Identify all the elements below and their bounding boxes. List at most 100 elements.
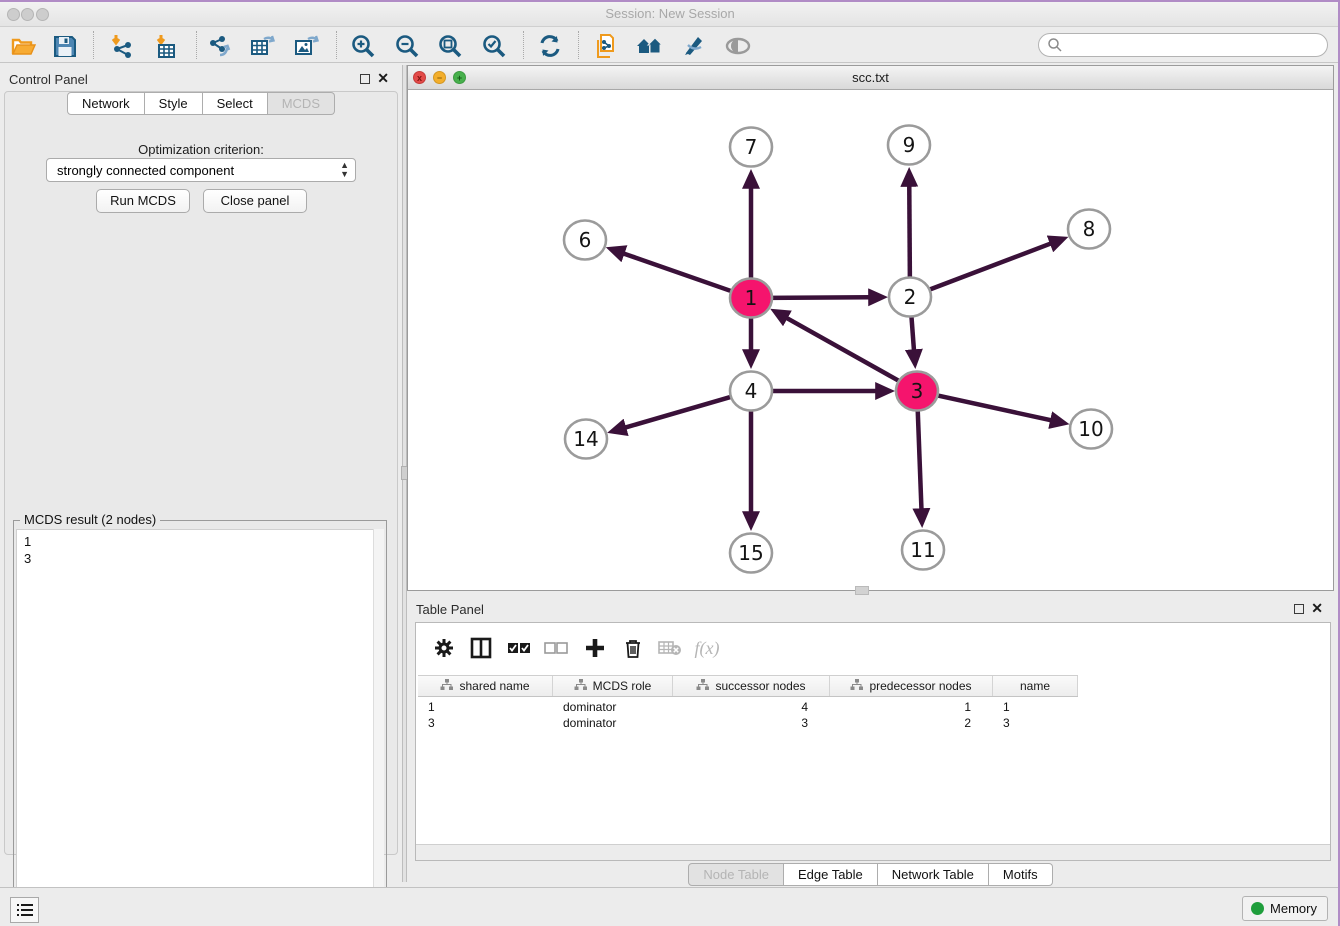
paint-icon[interactable]	[679, 32, 707, 60]
table-tab-motifs[interactable]: Motifs	[989, 863, 1053, 886]
graph-node-6[interactable]: 6	[564, 221, 606, 260]
edge-2-8[interactable]	[927, 243, 1052, 290]
table-header-row: shared nameMCDS rolesuccessor nodesprede…	[418, 675, 1078, 697]
select-all-icon[interactable]	[506, 635, 532, 661]
import-table-icon[interactable]	[152, 32, 180, 60]
criterion-dropdown[interactable]: strongly connected component ▲▼	[46, 158, 356, 182]
graph-node-4[interactable]: 4	[730, 372, 772, 411]
edge-2-9[interactable]	[909, 185, 910, 279]
zoom-in-icon[interactable]	[349, 32, 377, 60]
column-header-shared-name[interactable]: shared name	[418, 676, 553, 696]
tab-select[interactable]: Select	[203, 92, 268, 115]
svg-text:11: 11	[910, 538, 935, 562]
home-icon[interactable]	[636, 32, 664, 60]
delete-icon[interactable]	[620, 635, 646, 661]
zoom-out-icon[interactable]	[393, 32, 421, 60]
function-icon[interactable]: f(x)	[694, 635, 720, 661]
deselect-all-icon[interactable]	[543, 635, 569, 661]
table-tab-edge-table[interactable]: Edge Table	[784, 863, 878, 886]
edge-2-3[interactable]	[911, 315, 914, 351]
table-row[interactable]: 3dominator323	[418, 715, 1078, 731]
tab-network[interactable]: Network	[67, 92, 145, 115]
graph-node-14[interactable]: 14	[565, 420, 607, 459]
graph-node-10[interactable]: 10	[1070, 410, 1112, 449]
zoom-selected-icon[interactable]	[480, 32, 508, 60]
task-history-button[interactable]	[10, 897, 39, 923]
import-network-icon[interactable]	[107, 32, 135, 60]
column-header-successor-nodes[interactable]: successor nodes	[673, 676, 830, 696]
clone-network-icon[interactable]	[592, 32, 620, 60]
network-close-button[interactable]: x	[413, 71, 426, 84]
column-header-MCDS-role[interactable]: MCDS role	[553, 676, 673, 696]
memory-button[interactable]: Memory	[1242, 896, 1328, 921]
edge-3-11[interactable]	[918, 409, 922, 510]
horizontal-splitter-handle[interactable]	[855, 586, 869, 595]
export-table-icon[interactable]	[248, 32, 276, 60]
window-close-button[interactable]	[7, 8, 20, 21]
tab-style[interactable]: Style	[145, 92, 203, 115]
table-tab-node-table[interactable]: Node Table	[688, 863, 784, 886]
table-cell[interactable]: dominator	[553, 699, 673, 715]
network-maximize-button[interactable]: +	[453, 71, 466, 84]
graph-node-7[interactable]: 7	[730, 128, 772, 167]
float-panel-icon[interactable]	[360, 74, 370, 84]
table-cell[interactable]: dominator	[553, 715, 673, 731]
tab-mcds[interactable]: MCDS	[268, 92, 335, 115]
export-image-icon[interactable]	[292, 32, 320, 60]
close-table-panel-icon[interactable]: ✕	[1311, 600, 1323, 617]
export-network-icon[interactable]	[205, 32, 233, 60]
refresh-icon[interactable]	[536, 32, 564, 60]
zoom-fit-icon[interactable]	[436, 32, 464, 60]
mcds-result-text[interactable]: 1 3	[16, 529, 374, 894]
svg-text:15: 15	[738, 541, 763, 565]
edge-3-10[interactable]	[935, 395, 1052, 421]
gear-icon[interactable]	[431, 635, 457, 661]
network-graph[interactable]: 7 9 6 8 1 2 4 3 14 10 15 11	[408, 90, 1333, 590]
table-cell[interactable]: 2	[830, 715, 993, 731]
status-bar: Memory	[0, 887, 1340, 926]
graph-node-3[interactable]: 3	[896, 372, 938, 411]
table-cell[interactable]: 3	[418, 715, 553, 731]
graph-node-9[interactable]: 9	[888, 126, 930, 165]
edge-3-1[interactable]	[786, 318, 901, 383]
table-tabs: Node TableEdge TableNetwork TableMotifs	[407, 863, 1334, 886]
graph-node-15[interactable]: 15	[730, 534, 772, 573]
table-cell[interactable]: 1	[830, 699, 993, 715]
table-cell[interactable]: 3	[993, 715, 1078, 731]
chevron-updown-icon: ▲▼	[340, 161, 349, 179]
table-cell[interactable]: 3	[673, 715, 830, 731]
window-minimize-button[interactable]	[21, 8, 34, 21]
add-icon[interactable]	[582, 635, 608, 661]
delete-table-icon[interactable]	[657, 635, 683, 661]
network-window-titlebar[interactable]: x − + scc.txt	[408, 66, 1333, 90]
table-hscroll[interactable]	[416, 844, 1330, 860]
graph-node-2[interactable]: 2	[889, 278, 931, 317]
search-field[interactable]	[1038, 33, 1328, 57]
edge-4-14[interactable]	[624, 396, 733, 428]
close-panel-button[interactable]: Close panel	[203, 189, 307, 213]
float-table-panel-icon[interactable]	[1294, 604, 1304, 614]
save-session-icon[interactable]	[51, 32, 79, 60]
table-cell[interactable]: 1	[418, 699, 553, 715]
window-zoom-button[interactable]	[36, 8, 49, 21]
graph-node-8[interactable]: 8	[1068, 210, 1110, 249]
table-cell[interactable]: 1	[993, 699, 1078, 715]
optimization-criterion-label: Optimization criterion:	[5, 142, 397, 157]
edge-1-2[interactable]	[769, 297, 870, 298]
eye-icon[interactable]	[724, 32, 752, 60]
column-header-name[interactable]: name	[993, 676, 1078, 696]
table-row[interactable]: 1dominator411	[418, 699, 1078, 715]
table-cell[interactable]: 4	[673, 699, 830, 715]
run-mcds-button[interactable]: Run MCDS	[96, 189, 190, 213]
column-header-predecessor-nodes[interactable]: predecessor nodes	[830, 676, 993, 696]
network-minimize-button[interactable]: −	[433, 71, 446, 84]
edge-1-6[interactable]	[623, 253, 734, 292]
table-tab-network-table[interactable]: Network Table	[878, 863, 989, 886]
open-session-icon[interactable]	[9, 32, 37, 60]
search-input[interactable]	[1063, 38, 1303, 53]
graph-node-1[interactable]: 1	[730, 279, 772, 318]
close-panel-icon[interactable]: ✕	[377, 70, 389, 87]
graph-node-11[interactable]: 11	[902, 531, 944, 570]
columns-icon[interactable]	[468, 635, 494, 661]
result-scrollbar[interactable]	[373, 529, 384, 894]
